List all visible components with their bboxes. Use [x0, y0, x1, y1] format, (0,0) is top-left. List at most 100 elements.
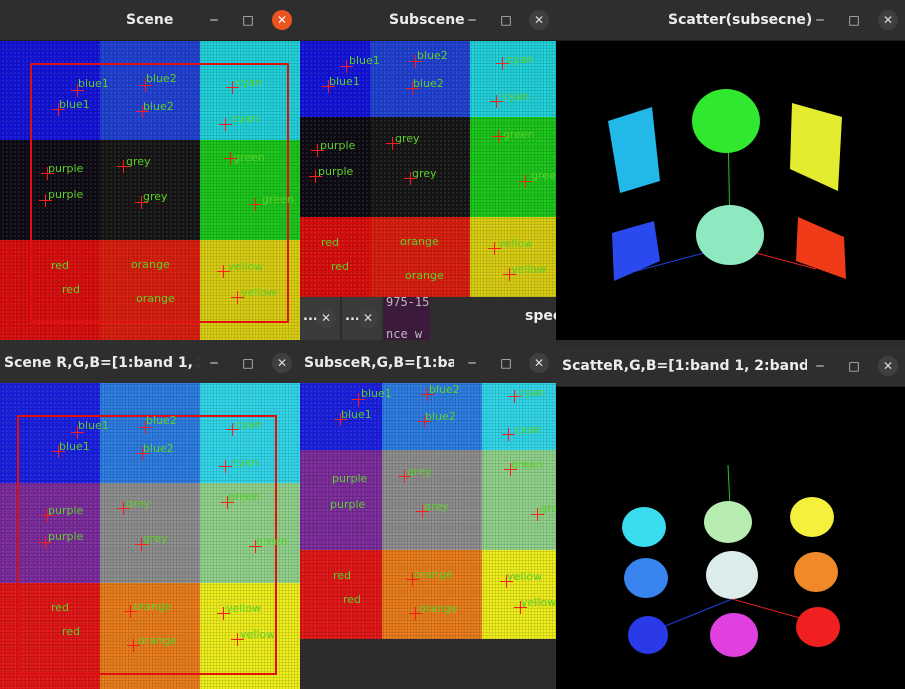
close-icon[interactable]: ✕: [529, 353, 549, 373]
point-marker[interactable]: [139, 79, 152, 92]
point-marker[interactable]: [334, 413, 347, 426]
subscene-rgb-titlebar[interactable]: SubsceR,G,B=[1:ba... ─ □ ✕: [300, 340, 556, 384]
minimize-icon[interactable]: ─: [810, 356, 830, 376]
close-icon[interactable]: ✕: [878, 10, 898, 30]
point-marker[interactable]: [217, 265, 230, 278]
subscene-image[interactable]: blue1 blue1 blue2 blue2 cyan cyan purple…: [300, 41, 556, 297]
point-marker[interactable]: [41, 167, 54, 180]
point-marker[interactable]: [135, 196, 148, 209]
scatter-rgb-titlebar[interactable]: ScatteR,G,B=[1:band 1, 2:band 2, ... ─ □…: [556, 346, 905, 387]
point-marker[interactable]: [71, 84, 84, 97]
maximize-icon[interactable]: □: [496, 353, 516, 373]
point-marker[interactable]: [311, 144, 324, 157]
point-marker[interactable]: [136, 447, 149, 460]
maximize-icon[interactable]: □: [844, 356, 864, 376]
subscene-titlebar[interactable]: Subscene ─ □ ✕: [300, 0, 556, 41]
point-marker[interactable]: [226, 423, 239, 436]
point-marker[interactable]: [71, 426, 84, 439]
point-marker[interactable]: [219, 460, 232, 473]
point-marker[interactable]: [127, 639, 140, 652]
close-icon[interactable]: ✕: [272, 10, 292, 30]
close-icon[interactable]: ✕: [358, 308, 378, 328]
point-marker[interactable]: [502, 428, 515, 441]
point-marker[interactable]: [322, 80, 335, 93]
point-marker[interactable]: [117, 502, 130, 515]
point-marker[interactable]: [41, 509, 54, 522]
scene-rgb-image[interactable]: blue1 blue1 blue2 blue2 cyan cyan purple…: [0, 383, 300, 689]
mini-window-1[interactable]: ... ✕: [300, 297, 340, 340]
point-marker[interactable]: [219, 118, 232, 131]
point-marker[interactable]: [514, 601, 527, 614]
minimize-icon[interactable]: ─: [462, 353, 482, 373]
point-marker[interactable]: [488, 242, 501, 255]
point-marker[interactable]: [39, 194, 52, 207]
point-marker[interactable]: [406, 82, 419, 95]
point-marker[interactable]: [309, 170, 322, 183]
point-marker[interactable]: [139, 421, 152, 434]
point-marker[interactable]: [519, 175, 532, 188]
point-marker[interactable]: [124, 605, 137, 618]
point-marker[interactable]: [500, 575, 513, 588]
point-marker[interactable]: [231, 291, 244, 304]
point-marker[interactable]: [503, 268, 516, 281]
scatter-plot[interactable]: [556, 41, 905, 340]
scatter-rgb-plot[interactable]: [556, 387, 905, 689]
point-marker[interactable]: [496, 57, 509, 70]
point-marker[interactable]: [531, 508, 544, 521]
point-marker[interactable]: [398, 470, 411, 483]
minimize-icon[interactable]: ─: [810, 10, 830, 30]
point-marker[interactable]: [135, 538, 148, 551]
close-icon[interactable]: ✕: [272, 353, 292, 373]
scatter-canvas[interactable]: [556, 41, 905, 340]
label-orange: orange: [136, 292, 175, 305]
point-marker[interactable]: [224, 152, 237, 165]
minimize-icon[interactable]: ─: [462, 10, 482, 30]
scatter-titlebar[interactable]: Scatter(subsecne) ─ □ ✕: [556, 0, 905, 41]
mini-window-2[interactable]: ... ✕: [342, 297, 382, 340]
point-marker[interactable]: [231, 633, 244, 646]
close-icon[interactable]: ✕: [529, 10, 549, 30]
maximize-icon[interactable]: □: [496, 10, 516, 30]
maximize-icon[interactable]: □: [238, 10, 258, 30]
close-icon[interactable]: ✕: [316, 308, 336, 328]
point-marker[interactable]: [340, 60, 353, 73]
maximize-icon[interactable]: □: [844, 10, 864, 30]
minimize-icon[interactable]: ─: [204, 353, 224, 373]
terminal-window[interactable]: 975-15 nce w: [384, 297, 430, 340]
label-cyan: cyan: [236, 418, 263, 431]
point-marker[interactable]: [406, 573, 419, 586]
point-marker[interactable]: [409, 55, 422, 68]
label-blue1: blue1: [361, 387, 392, 400]
point-marker[interactable]: [249, 540, 262, 553]
point-marker[interactable]: [418, 415, 431, 428]
minimize-icon[interactable]: ─: [204, 10, 224, 30]
point-marker[interactable]: [416, 505, 429, 518]
scene-image[interactable]: blue1 blue1 blue2 blue2 cyan cyan purple…: [0, 41, 300, 340]
scene-titlebar[interactable]: Scene ─ □ ✕: [0, 0, 300, 41]
close-icon[interactable]: ✕: [878, 356, 898, 376]
point-marker[interactable]: [52, 103, 65, 116]
point-marker[interactable]: [136, 105, 149, 118]
point-marker[interactable]: [421, 388, 434, 401]
cluster-grey: [706, 551, 758, 599]
point-marker[interactable]: [508, 390, 521, 403]
point-marker[interactable]: [386, 137, 399, 150]
maximize-icon[interactable]: □: [238, 353, 258, 373]
point-marker[interactable]: [404, 172, 417, 185]
point-marker[interactable]: [117, 160, 130, 173]
point-marker[interactable]: [490, 95, 503, 108]
point-marker[interactable]: [52, 445, 65, 458]
point-marker[interactable]: [249, 198, 262, 211]
point-marker[interactable]: [352, 393, 365, 406]
label-red: red: [321, 236, 340, 249]
point-marker[interactable]: [409, 607, 422, 620]
scene-rgb-titlebar[interactable]: Scene R,G,B=[1:band 1, 2:... ─ □ ✕: [0, 340, 300, 384]
point-marker[interactable]: [39, 536, 52, 549]
point-marker[interactable]: [226, 81, 239, 94]
point-marker[interactable]: [221, 496, 234, 509]
point-marker[interactable]: [217, 607, 230, 620]
spec-window[interactable]: spec: [430, 297, 556, 340]
point-marker[interactable]: [504, 463, 517, 476]
subscene-rgb-image[interactable]: blue1 blue1 blue2 blue2 cyan cyan purple…: [300, 383, 556, 639]
point-marker[interactable]: [492, 130, 505, 143]
